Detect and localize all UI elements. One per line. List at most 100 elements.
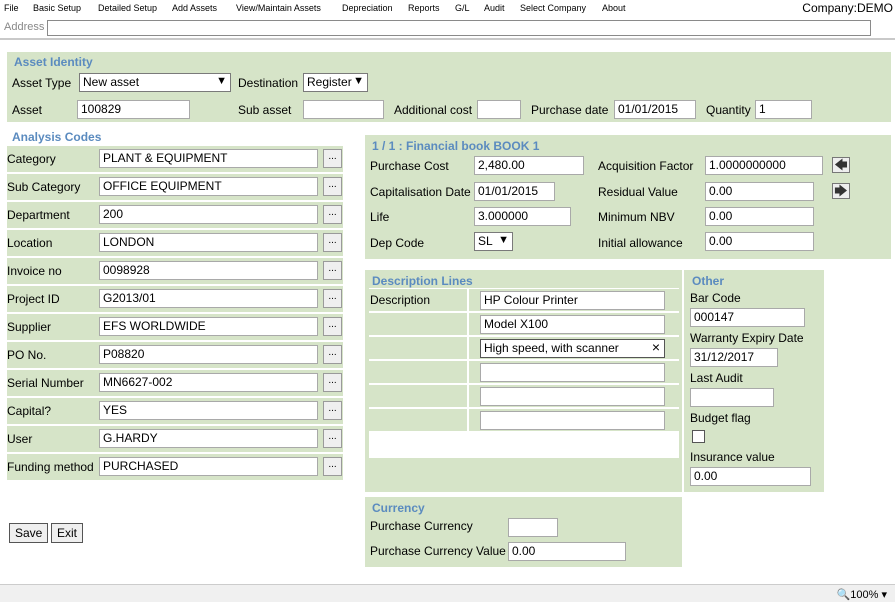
lookup-button[interactable]: ...: [323, 233, 342, 252]
lookup-button[interactable]: ...: [323, 345, 342, 364]
analysis-row-input[interactable]: P08820: [99, 345, 318, 364]
description-label: Description: [370, 293, 431, 307]
purchase-cost-input[interactable]: 2,480.00: [474, 156, 584, 175]
analysis-row-input[interactable]: G.HARDY: [99, 429, 318, 448]
dep-code-select[interactable]: SL ▼: [474, 232, 513, 251]
analysis-row-input[interactable]: G2013/01: [99, 289, 318, 308]
zoom-control[interactable]: 🔍100% ▾: [837, 588, 887, 601]
analysis-row-label: Project ID: [7, 286, 95, 312]
sub-asset-input[interactable]: [303, 100, 384, 119]
purchase-date-label: Purchase date: [531, 103, 609, 117]
analysis-row-input[interactable]: YES: [99, 401, 318, 420]
last-audit-input[interactable]: [690, 388, 774, 407]
analysis-row-label: PO No.: [7, 342, 95, 368]
description-line-input[interactable]: Model X100: [480, 315, 665, 334]
initial-allowance-input[interactable]: 0.00: [705, 232, 814, 251]
last-audit-label: Last Audit: [690, 371, 743, 385]
analysis-row-input[interactable]: 0098928: [99, 261, 318, 280]
address-input[interactable]: [47, 20, 871, 36]
description-line-text: Model X100: [484, 317, 549, 331]
analysis-row-input[interactable]: MN6627-002: [99, 373, 318, 392]
menu-basic-setup[interactable]: Basic Setup: [33, 3, 81, 13]
currency-title: Currency: [372, 501, 425, 515]
life-input[interactable]: 3.000000: [474, 207, 571, 226]
exit-button[interactable]: Exit: [51, 523, 84, 543]
menu-about[interactable]: About: [602, 3, 626, 13]
analysis-row-input[interactable]: PLANT & EQUIPMENT: [99, 149, 318, 168]
analysis-row-label: Supplier: [7, 314, 95, 340]
residual-value-input[interactable]: 0.00: [705, 182, 814, 201]
analysis-row-input[interactable]: OFFICE EQUIPMENT: [99, 177, 318, 196]
lookup-button[interactable]: ...: [323, 457, 342, 476]
insurance-value-label: Insurance value: [690, 450, 775, 464]
lookup-button[interactable]: ...: [323, 429, 342, 448]
description-line-input[interactable]: HP Colour Printer: [480, 291, 665, 310]
lookup-button[interactable]: ...: [323, 373, 342, 392]
acquisition-factor-input[interactable]: 1.0000000000: [705, 156, 823, 175]
lookup-button[interactable]: ...: [323, 261, 342, 280]
address-bar: Address: [0, 18, 895, 38]
clear-icon[interactable]: ×: [652, 340, 660, 355]
arrow-right-icon[interactable]: 🡆: [832, 183, 850, 199]
lookup-button[interactable]: ...: [323, 401, 342, 420]
budget-flag-label: Budget flag: [690, 411, 751, 425]
menu-view-maintain-assets[interactable]: View/Maintain Assets: [236, 3, 321, 13]
description-line-input[interactable]: [480, 363, 665, 382]
menu-detailed-setup[interactable]: Detailed Setup: [98, 3, 157, 13]
description-line-text: HP Colour Printer: [484, 293, 578, 307]
description-line-input[interactable]: [480, 411, 665, 430]
purchase-date-input[interactable]: 01/01/2015: [614, 100, 696, 119]
analysis-row-input[interactable]: EFS WORLDWIDE: [99, 317, 318, 336]
lookup-button[interactable]: ...: [323, 177, 342, 196]
asset-identity-title: Asset Identity: [14, 55, 93, 69]
capitalisation-date-input[interactable]: 01/01/2015: [474, 182, 555, 201]
analysis-row-label: Category: [7, 146, 95, 172]
financial-book-title: 1 / 1 : Financial book BOOK 1: [372, 139, 540, 153]
quantity-input[interactable]: 1: [755, 100, 812, 119]
lookup-button[interactable]: ...: [323, 317, 342, 336]
status-bar: 🔍100% ▾: [0, 584, 895, 602]
menu-depreciation[interactable]: Depreciation: [342, 3, 393, 13]
capitalisation-date-label: Capitalisation Date: [370, 185, 471, 199]
minimum-nbv-input[interactable]: 0.00: [705, 207, 814, 226]
lookup-button[interactable]: ...: [323, 149, 342, 168]
lookup-button[interactable]: ...: [323, 205, 342, 224]
description-line-input[interactable]: [480, 387, 665, 406]
warranty-expiry-input[interactable]: 31/12/2017: [690, 348, 778, 367]
description-line-input[interactable]: High speed, with scanner ×: [480, 339, 665, 358]
asset-input[interactable]: 100829: [77, 100, 190, 119]
destination-select[interactable]: Register ▼: [303, 73, 368, 92]
save-button[interactable]: Save: [9, 523, 49, 543]
analysis-row-input[interactable]: LONDON: [99, 233, 318, 252]
additional-cost-input[interactable]: [477, 100, 521, 119]
analysis-row-label: Sub Category: [7, 174, 95, 200]
menu-gl[interactable]: G/L: [455, 3, 470, 13]
analysis-row-label: Funding method: [7, 454, 95, 480]
analysis-row-label: Serial Number: [7, 370, 95, 396]
analysis-codes-title: Analysis Codes: [12, 130, 102, 144]
insurance-value-input[interactable]: 0.00: [690, 467, 811, 486]
minimum-nbv-label: Minimum NBV: [598, 210, 675, 224]
purchase-currency-value-input[interactable]: 0.00: [508, 542, 626, 561]
analysis-row-input[interactable]: PURCHASED: [99, 457, 318, 476]
menu-file[interactable]: File: [4, 3, 19, 13]
other-title: Other: [692, 274, 725, 288]
menu-reports[interactable]: Reports: [408, 3, 440, 13]
asset-type-select[interactable]: New asset ▼: [79, 73, 231, 92]
description-row-label-cell: [369, 385, 467, 407]
dep-code-label: Dep Code: [370, 236, 425, 250]
chevron-down-icon: ▼: [216, 75, 227, 87]
purchase-cost-label: Purchase Cost: [370, 159, 449, 173]
acquisition-factor-label: Acquisition Factor: [598, 159, 694, 173]
budget-flag-checkbox[interactable]: [692, 430, 705, 443]
analysis-row-input[interactable]: 200: [99, 205, 318, 224]
menu-audit[interactable]: Audit: [484, 3, 505, 13]
menu-select-company[interactable]: Select Company: [520, 3, 586, 13]
lookup-button[interactable]: ...: [323, 289, 342, 308]
description-row-label-cell: [369, 313, 467, 335]
menu-add-assets[interactable]: Add Assets: [172, 3, 217, 13]
arrow-left-icon[interactable]: 🡄: [832, 157, 850, 173]
description-lines-title: Description Lines: [372, 274, 473, 288]
purchase-currency-input[interactable]: [508, 518, 558, 537]
bar-code-input[interactable]: 000147: [690, 308, 805, 327]
